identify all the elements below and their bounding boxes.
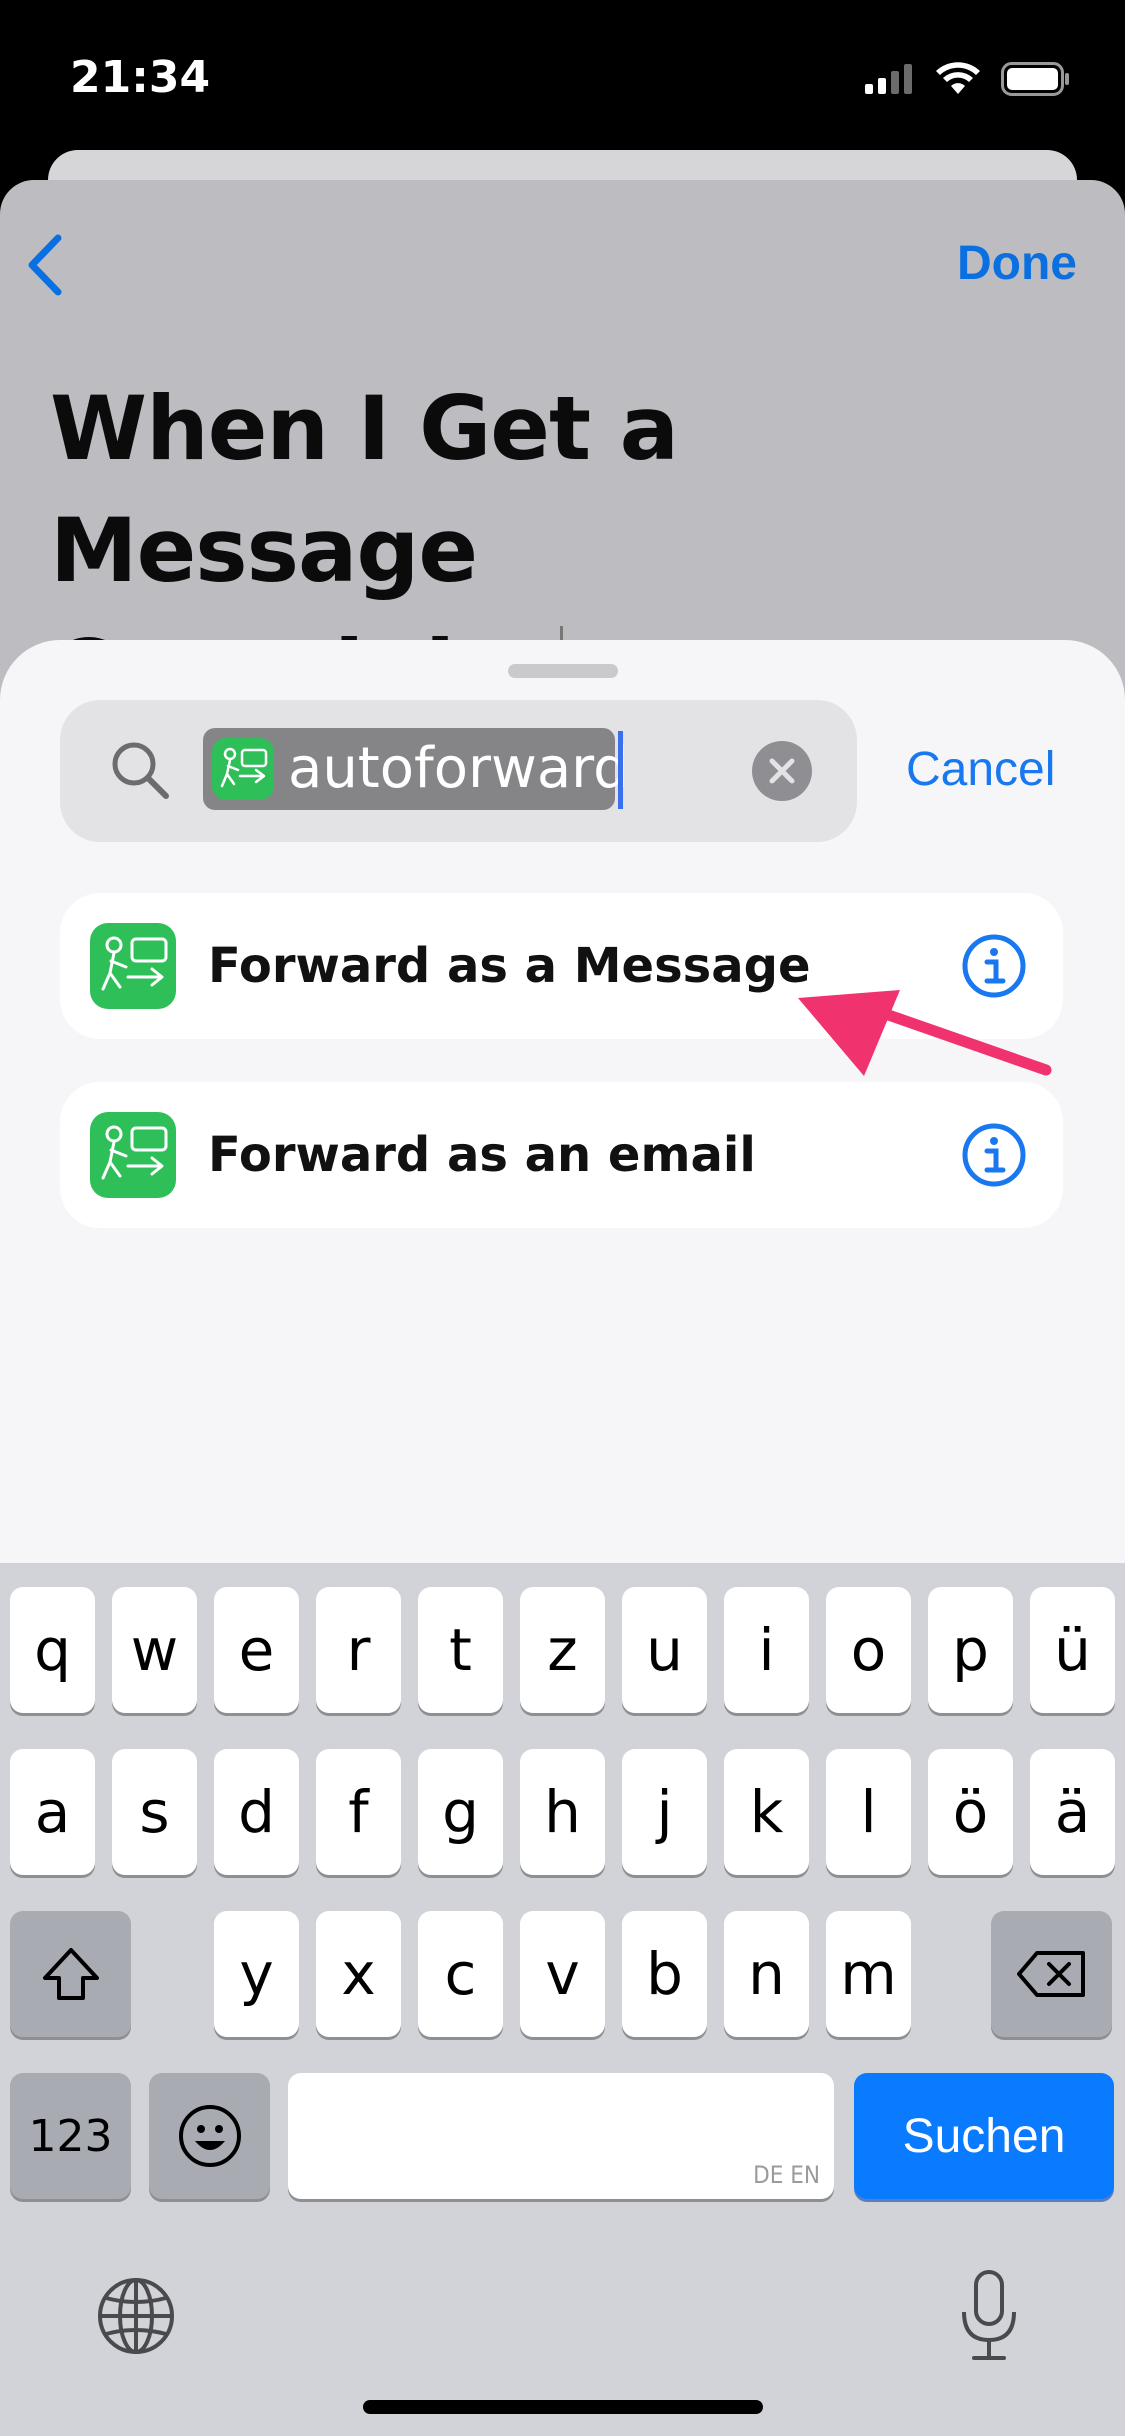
key-m[interactable]: m bbox=[826, 1911, 911, 2037]
key-s[interactable]: s bbox=[112, 1749, 197, 1875]
search-icon bbox=[112, 742, 169, 799]
cancel-button[interactable]: Cancel bbox=[906, 742, 1055, 797]
key-b[interactable]: b bbox=[622, 1911, 707, 2037]
key-ü[interactable]: ü bbox=[1030, 1587, 1115, 1713]
result-label: Forward as an email bbox=[208, 1127, 756, 1183]
search-return-key[interactable]: Suchen bbox=[854, 2073, 1114, 2199]
shift-key[interactable] bbox=[10, 1911, 131, 2037]
microphone-icon[interactable] bbox=[954, 2268, 1024, 2364]
clear-search-button[interactable] bbox=[752, 741, 812, 801]
key-z[interactable]: z bbox=[520, 1587, 605, 1713]
done-button[interactable]: Done bbox=[957, 236, 1077, 291]
key-d[interactable]: d bbox=[214, 1749, 299, 1875]
autoforward-app-icon bbox=[212, 738, 274, 800]
language-hint: DE EN bbox=[753, 2161, 820, 2189]
sheet-grabber[interactable] bbox=[508, 664, 618, 678]
key-u[interactable]: u bbox=[622, 1587, 707, 1713]
cellular-signal-icon bbox=[865, 64, 912, 94]
key-t[interactable]: t bbox=[418, 1587, 503, 1713]
autoforward-app-icon bbox=[90, 1112, 176, 1198]
key-v[interactable]: v bbox=[520, 1911, 605, 2037]
status-icons bbox=[865, 62, 1071, 96]
search-query: autoforward bbox=[288, 736, 629, 801]
space-key[interactable]: DE EN bbox=[288, 2073, 834, 2199]
text-cursor bbox=[618, 731, 623, 809]
key-l[interactable]: l bbox=[826, 1749, 911, 1875]
close-icon bbox=[769, 758, 795, 784]
shift-arrow-icon bbox=[42, 1948, 99, 2000]
home-indicator[interactable] bbox=[363, 2400, 763, 2414]
key-x[interactable]: x bbox=[316, 1911, 401, 2037]
globe-icon[interactable] bbox=[96, 2276, 176, 2356]
wifi-icon bbox=[936, 62, 980, 94]
key-k[interactable]: k bbox=[724, 1749, 809, 1875]
result-label: Forward as a Message bbox=[208, 938, 811, 994]
key-ä[interactable]: ä bbox=[1030, 1749, 1115, 1875]
key-a[interactable]: a bbox=[10, 1749, 95, 1875]
key-c[interactable]: c bbox=[418, 1911, 503, 2037]
back-chevron-icon[interactable] bbox=[22, 232, 68, 298]
autoforward-app-icon bbox=[90, 923, 176, 1009]
info-icon[interactable] bbox=[961, 1122, 1027, 1188]
key-e[interactable]: e bbox=[214, 1587, 299, 1713]
battery-icon bbox=[1001, 62, 1069, 96]
status-time: 21:34 bbox=[70, 52, 211, 103]
key-q[interactable]: q bbox=[10, 1587, 95, 1713]
emoji-icon bbox=[178, 2105, 241, 2167]
key-ö[interactable]: ö bbox=[928, 1749, 1013, 1875]
status-bar: 21:34 bbox=[0, 0, 1125, 150]
key-p[interactable]: p bbox=[928, 1587, 1013, 1713]
key-j[interactable]: j bbox=[622, 1749, 707, 1875]
backspace-key[interactable] bbox=[991, 1911, 1112, 2037]
key-y[interactable]: y bbox=[214, 1911, 299, 2037]
key-w[interactable]: w bbox=[112, 1587, 197, 1713]
key-n[interactable]: n bbox=[724, 1911, 809, 2037]
key-g[interactable]: g bbox=[418, 1749, 503, 1875]
numbers-key[interactable]: 123 bbox=[10, 2073, 131, 2199]
key-f[interactable]: f bbox=[316, 1749, 401, 1875]
emoji-key[interactable] bbox=[149, 2073, 270, 2199]
key-h[interactable]: h bbox=[520, 1749, 605, 1875]
backspace-icon bbox=[1016, 1951, 1085, 1997]
key-r[interactable]: r bbox=[316, 1587, 401, 1713]
key-i[interactable]: i bbox=[724, 1587, 809, 1713]
result-forward-as-email[interactable]: Forward as an email bbox=[60, 1082, 1063, 1228]
annotation-arrow-icon bbox=[798, 990, 1052, 1076]
key-o[interactable]: o bbox=[826, 1587, 911, 1713]
